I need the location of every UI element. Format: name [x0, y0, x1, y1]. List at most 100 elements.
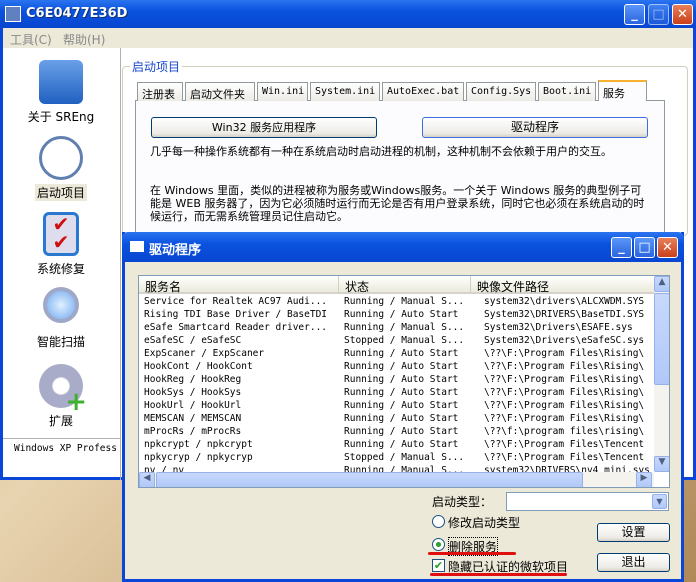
table-row[interactable]: Service for Realtek AC97 Audi... Running … [139, 295, 655, 308]
sidebar-item-about[interactable]: 关于 SREng [2, 60, 120, 125]
table-row[interactable]: mProcRs / mProcRs Running / Auto Start \??… [139, 425, 655, 438]
cell-path: system32\drivers\ALCXWDM.SYS [484, 296, 645, 307]
start-type-select[interactable]: ▼ [506, 492, 669, 511]
cell-name: npkycryp / npkycryp [144, 452, 253, 463]
red-underline-annotation-2 [430, 573, 567, 576]
table-row[interactable]: MEMSCAN / MEMSCAN Running / Auto Start \??… [139, 412, 655, 425]
table-row[interactable]: HookSys / HookSys Running / Auto Start \??… [139, 386, 655, 399]
scroll-left-button[interactable]: ◀ [139, 472, 155, 487]
radio-modify-label: 修改启动类型 [448, 516, 521, 530]
dialog-minimize-button[interactable]: _ [611, 237, 632, 258]
vertical-scrollbar[interactable]: ▲ ▼ [654, 276, 669, 472]
magnifier-icon [43, 287, 79, 323]
tab-win-ini[interactable]: Win.ini [257, 82, 308, 101]
cell-status: Running / Auto Start [344, 426, 459, 437]
table-row[interactable]: HookCont / HookCont Running / Auto Start \… [139, 360, 655, 373]
app-icon [5, 6, 21, 22]
tab-config-sys[interactable]: Config.Sys [466, 82, 536, 101]
cell-name: HookUrl / HookUrl [144, 400, 242, 411]
cell-status: Running / Manual S... [344, 296, 465, 307]
cell-name: npkcrypt / npkcrypt [144, 439, 253, 450]
title-bar[interactable]: C6E0477E36D _ □ ✕ [0, 0, 696, 28]
group-label: 启动项目 [130, 58, 183, 75]
window-title: C6E0477E36D [26, 6, 128, 21]
close-button[interactable]: ✕ [672, 4, 693, 25]
start-type-label: 启动类型： [432, 495, 493, 509]
cell-status: Running / Auto Start [344, 361, 459, 372]
table-row[interactable]: npkcrypt / npkcrypt Running / Auto Start \… [139, 438, 655, 451]
set-button[interactable]: 设置 [597, 523, 670, 542]
cell-status: Running / Auto Start [344, 439, 459, 450]
cell-status: Stopped / Manual S... [344, 335, 465, 346]
clock-icon [39, 136, 83, 180]
column-header-name[interactable]: 服务名 [139, 276, 339, 294]
radio-modify-start-type[interactable] [432, 515, 445, 528]
cell-status: Running / Manual S... [344, 322, 465, 333]
menu-help[interactable]: 帮助(H) [63, 31, 105, 48]
maximize-button[interactable]: □ [648, 4, 669, 25]
vertical-scroll-thumb[interactable] [654, 293, 669, 385]
cell-name: eSafe Smartcard Reader driver... [144, 322, 328, 333]
cell-name: eSafeSC / eSafeSC [144, 335, 242, 346]
cell-name: MEMSCAN / MEMSCAN [144, 413, 242, 424]
drivers-button[interactable]: 驱动程序 [422, 117, 648, 138]
radio-delete-service[interactable] [432, 538, 445, 551]
table-row[interactable]: eSafe Smartcard Reader driver... Running … [139, 321, 655, 334]
table-row[interactable]: HookReg / HookReg Running / Auto Start \??… [139, 373, 655, 386]
tab-startup-folder[interactable]: 启动文件夹 [185, 82, 255, 101]
table-row[interactable]: eSafeSC / eSafeSC Stopped / Manual S... Sy… [139, 334, 655, 347]
tab-registry[interactable]: 注册表 [137, 82, 183, 101]
dialog-icon [130, 241, 144, 252]
table-row[interactable]: Rising TDI Base Driver / BaseTDI Running … [139, 308, 655, 321]
minimize-button[interactable]: _ [624, 4, 645, 25]
dialog-title-bar[interactable]: 驱动程序 _ □ ✕ [122, 232, 684, 262]
cell-path: \??\F:\Program Files\Rising\ [484, 348, 645, 359]
menu-bar: 工具(C) 帮助(H) [3, 28, 693, 48]
tab-autoexec[interactable]: AutoExec.bat [382, 82, 464, 101]
horizontal-scrollbar[interactable]: ◀ ▶ [139, 472, 654, 487]
cell-name: HookCont / HookCont [144, 361, 253, 372]
sidebar-border [120, 48, 121, 480]
tab-system-ini[interactable]: System.ini [310, 82, 380, 101]
dialog-title: 驱动程序 [149, 243, 202, 258]
sidebar-item-scan[interactable]: 智能扫描 [2, 287, 120, 350]
column-header-path[interactable]: 映像文件路径 [471, 276, 655, 294]
description-paragraph-2: 在 Windows 里面，类似的进程被称为服务或Windows服务。一个关于 W… [150, 184, 645, 223]
scroll-down-button[interactable]: ▼ [654, 456, 669, 472]
cell-path: System32\Drivers\ESAFE.sys [484, 322, 633, 333]
exit-button[interactable]: 退出 [597, 553, 670, 572]
column-header-status[interactable]: 状态 [339, 276, 471, 294]
cell-name: ExpScaner / ExpScaner [144, 348, 265, 359]
dialog-maximize-button[interactable]: □ [634, 237, 655, 258]
hide-ms-checkbox[interactable]: ✔ [432, 559, 445, 572]
dialog-close-button[interactable]: ✕ [657, 237, 678, 258]
cell-name: Rising TDI Base Driver / BaseTDI [144, 309, 328, 320]
cell-status: Stopped / Manual S... [344, 452, 465, 463]
scroll-up-button[interactable]: ▲ [654, 276, 669, 292]
table-row[interactable]: ExpScaner / ExpScaner Running / Auto Star… [139, 347, 655, 360]
sidebar-item-startup[interactable]: 启动项目 [2, 136, 120, 201]
cell-path: \??\F:\Program Files\Tencent [484, 439, 645, 450]
os-info: Windows XP Profess [14, 443, 117, 454]
table-row[interactable]: HookUrl / HookUrl Running / Auto Start \??… [139, 399, 655, 412]
cell-path: System32\Drivers\eSafeSC.sys [484, 335, 645, 346]
table-row[interactable]: npkycryp / npkycryp Stopped / Manual S...… [139, 451, 655, 464]
cell-path: \??\F:\Program Files\Rising\ [484, 400, 645, 411]
win32-services-button[interactable]: Win32 服务应用程序 [151, 117, 377, 138]
cell-status: Running / Auto Start [344, 309, 459, 320]
menu-tools[interactable]: 工具(C) [10, 31, 52, 48]
cell-path: System32\DRIVERS\BaseTDI.SYS [484, 309, 645, 320]
cell-path: \??\F:\Program Files\Rising\ [484, 387, 645, 398]
chevron-down-icon[interactable]: ▼ [652, 494, 667, 509]
tab-services[interactable]: 服务 [598, 80, 647, 101]
tab-boot-ini[interactable]: Boot.ini [538, 82, 596, 101]
drivers-list[interactable]: 服务名 状态 映像文件路径 Service for Realtek AC97 A… [138, 275, 670, 488]
tools-icon [39, 60, 83, 104]
cell-status: Running / Auto Start [344, 413, 459, 424]
cell-status: Running / Auto Start [344, 387, 459, 398]
cell-path: \??\F:\Program Files\Rising\ [484, 413, 645, 424]
horizontal-scroll-thumb[interactable] [156, 472, 583, 487]
sidebar-item-extend[interactable]: + 扩展 [2, 364, 120, 429]
scroll-right-button[interactable]: ▶ [636, 472, 652, 487]
sidebar-item-repair[interactable]: ✔ ✔ 系统修复 [2, 212, 120, 277]
